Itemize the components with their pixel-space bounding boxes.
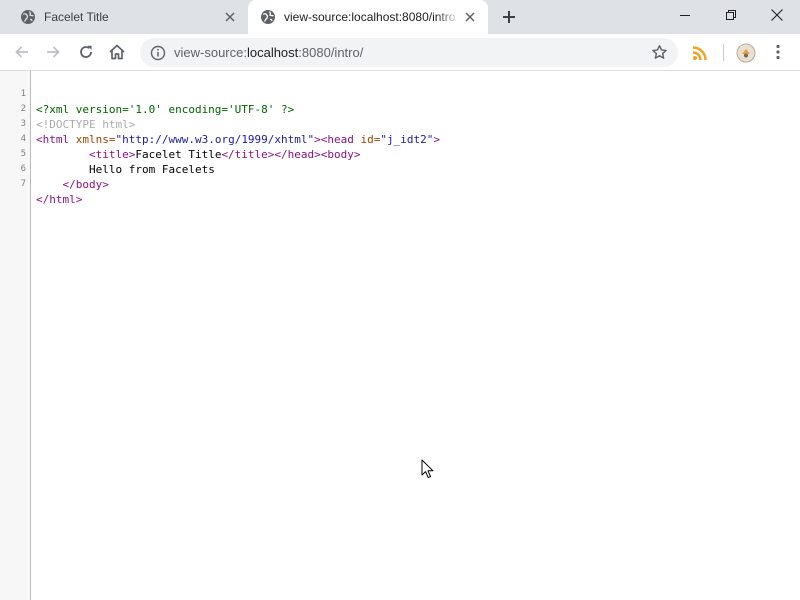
new-tab-button[interactable] [499,8,519,26]
kebab-menu-icon [776,44,780,60]
source-line: 3 <html xmlns="http://www.w3.org/1999/xh… [0,102,800,146]
home-button[interactable] [107,42,127,62]
url-host: localhost [246,45,299,60]
tab-view-source[interactable]: view-source:localhost:8080/intro/ [248,0,488,34]
minimize-icon [680,15,690,16]
source-line: 5 Hello from Facelets [0,132,800,176]
back-button[interactable] [12,42,32,62]
info-icon[interactable] [150,45,166,61]
restore-icon [726,10,736,20]
globe-icon [261,10,275,24]
window-minimize-button[interactable] [662,0,708,30]
rss-icon[interactable] [690,43,710,63]
tab-close-button[interactable] [462,9,478,25]
url-prefix: view-source: [174,45,247,60]
line-content: </body> [36,177,109,192]
star-icon[interactable] [651,44,668,61]
source-viewer: 1 <?xml version='1.0' encoding='UTF-8' ?… [0,71,800,600]
globe-icon [21,10,35,24]
close-icon [771,9,783,21]
line-number: 7 [20,179,26,189]
tab-title-fade [436,6,460,28]
reload-button[interactable] [76,42,96,62]
plus-icon [503,11,515,23]
toolbar-divider [723,44,724,61]
tab-strip: Facelet Title view-source:localhost:8080… [0,0,800,34]
address-bar[interactable]: view-source:localhost:8080/intro/ [140,38,678,67]
tab-facelet-title[interactable]: Facelet Title [8,0,248,34]
browser-toolbar: view-source:localhost:8080/intro/ [0,34,800,71]
reload-icon [80,45,92,58]
tab-title: Facelet Title [44,10,109,24]
browser-menu-button[interactable] [768,42,788,62]
line-content: </html> [36,192,82,207]
url-rest: :8080/intro/ [298,45,364,60]
source-line: 1 <?xml version='1.0' encoding='UTF-8' ?… [0,72,800,116]
source-line: 4 <title>Facelet Title</title></head><bo… [0,117,800,161]
tab-title: view-source:localhost:8080/intro/ [284,10,456,24]
close-icon [465,12,475,22]
body-tag-close: </body> [62,178,109,191]
arrow-left-icon [15,46,28,58]
source-line: 6 </body> [0,147,800,191]
arrow-right-icon [47,46,60,58]
close-icon [225,12,235,22]
home-icon [109,44,125,60]
source-line: 2 <!DOCTYPE html> [0,87,800,131]
source-line: 7 </html> [0,162,800,206]
tab-close-button[interactable] [222,9,238,25]
extension-icon[interactable] [736,43,756,63]
html-tag-close: </html> [36,193,83,206]
forward-button[interactable] [43,42,63,62]
url-text[interactable]: view-source:localhost:8080/intro/ [174,45,363,61]
window-close-button[interactable] [754,0,800,30]
window-restore-button[interactable] [708,0,754,30]
mouse-cursor-icon [421,459,434,479]
